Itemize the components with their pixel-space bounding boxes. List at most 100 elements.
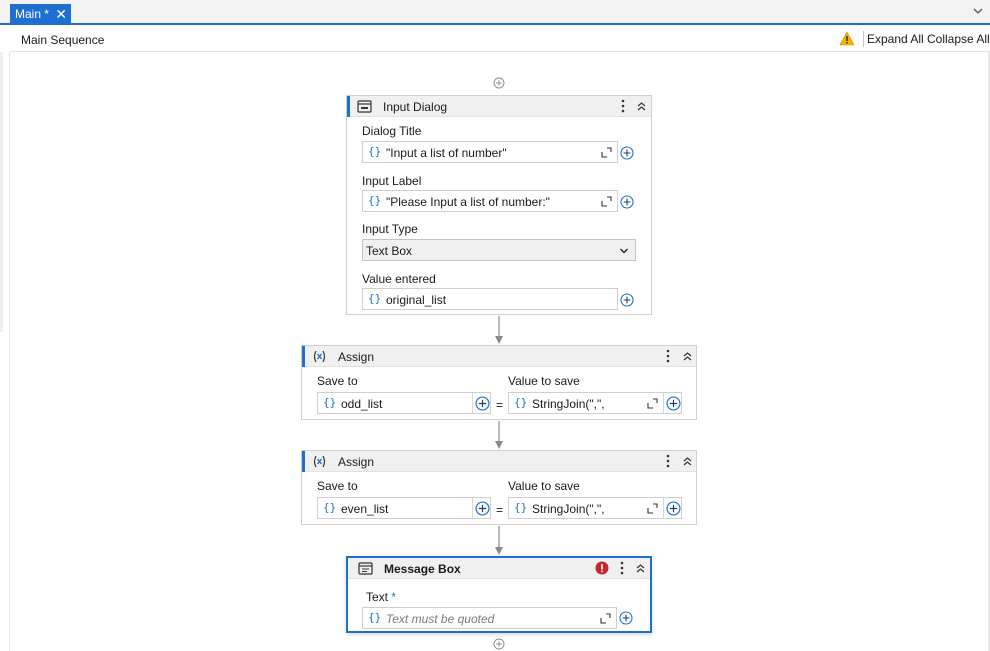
equals-sign: = bbox=[496, 503, 504, 517]
collapse-chevron-icon[interactable] bbox=[636, 101, 647, 112]
expression-icon: {} bbox=[514, 396, 528, 409]
save-to-plus-icon[interactable] bbox=[475, 396, 490, 411]
input-label-plus-icon[interactable] bbox=[620, 195, 634, 209]
header-divider bbox=[863, 31, 864, 47]
collapse-chevron-icon[interactable] bbox=[682, 456, 693, 467]
message-icon bbox=[358, 562, 373, 575]
required-mark: * bbox=[391, 590, 397, 604]
breadcrumb-main-sequence[interactable]: Main Sequence bbox=[21, 33, 104, 47]
field-divider bbox=[472, 498, 473, 518]
value-entered-field[interactable]: {} original_list bbox=[362, 288, 618, 310]
expand-editor-icon[interactable] bbox=[600, 613, 611, 624]
more-options-icon[interactable] bbox=[665, 349, 671, 363]
value-to-save-label: Value to save bbox=[508, 374, 580, 388]
chevron-down-icon[interactable] bbox=[972, 5, 984, 17]
input-label-value: "Please Input a list of number:" bbox=[386, 195, 550, 209]
save-to-value: odd_list bbox=[341, 397, 383, 411]
dialog-icon bbox=[357, 100, 372, 113]
save-to-plus-icon[interactable] bbox=[475, 501, 490, 516]
add-activity-icon[interactable] bbox=[493, 638, 505, 650]
add-activity-icon[interactable] bbox=[493, 77, 505, 89]
expand-editor-icon[interactable] bbox=[601, 147, 612, 158]
field-divider bbox=[663, 498, 664, 518]
value-to-save-field[interactable]: {} StringJoin(",", bbox=[508, 392, 682, 414]
more-options-icon[interactable] bbox=[665, 454, 671, 468]
value-to-save-value: StringJoin(",", bbox=[532, 397, 605, 411]
activity-header[interactable]: Assign bbox=[302, 451, 696, 472]
flow-arrow bbox=[495, 316, 503, 344]
value-to-save-value: StringJoin(",", bbox=[532, 502, 605, 516]
text-label: Text * bbox=[366, 590, 396, 604]
expand-editor-icon[interactable] bbox=[601, 196, 612, 207]
activity-accent bbox=[302, 451, 305, 472]
value-entered-label: Value entered bbox=[362, 272, 436, 286]
input-dialog-activity[interactable]: Input Dialog Dialog Title {} "Input a li… bbox=[346, 95, 652, 315]
field-divider bbox=[663, 393, 664, 413]
expand-editor-icon[interactable] bbox=[647, 398, 658, 409]
collapse-chevron-icon[interactable] bbox=[682, 351, 693, 362]
close-icon[interactable]: ✕ bbox=[55, 4, 67, 25]
save-to-label: Save to bbox=[317, 479, 358, 493]
tab-bar: Main * ✕ bbox=[0, 0, 990, 25]
expression-icon: {} bbox=[368, 145, 382, 158]
collapse-chevron-icon[interactable] bbox=[635, 563, 646, 574]
value-plus-icon[interactable] bbox=[666, 396, 681, 411]
message-box-activity[interactable]: Message Box Text * {} Text must be quote… bbox=[346, 556, 652, 633]
assign-variable-icon bbox=[313, 455, 326, 468]
save-to-field[interactable]: {} odd_list bbox=[317, 392, 491, 414]
expression-icon: {} bbox=[323, 396, 337, 409]
assign-activity-odd[interactable]: Assign Save to Value to save {} odd_list… bbox=[301, 345, 697, 420]
error-icon[interactable] bbox=[595, 561, 609, 575]
activity-title: Message Box bbox=[384, 562, 461, 576]
activity-title: Assign bbox=[338, 350, 375, 364]
flow-arrow bbox=[495, 526, 503, 555]
designer-header: Main Sequence Expand All Collapse All bbox=[10, 26, 990, 52]
flow-arrow bbox=[495, 421, 503, 449]
text-field[interactable]: {} Text must be quoted bbox=[362, 607, 617, 629]
save-to-label: Save to bbox=[317, 374, 358, 388]
chevron-down-icon bbox=[620, 248, 628, 254]
field-divider bbox=[472, 393, 473, 413]
input-type-label: Input Type bbox=[362, 222, 418, 236]
save-to-value: even_list bbox=[341, 502, 389, 516]
activity-header[interactable]: Input Dialog bbox=[347, 96, 651, 117]
assign-variable-icon bbox=[313, 350, 326, 363]
value-to-save-field[interactable]: {} StringJoin(",", bbox=[508, 497, 682, 519]
text-plus-icon[interactable] bbox=[619, 611, 633, 625]
assign-activity-even[interactable]: Assign Save to Value to save {} even_lis… bbox=[301, 450, 697, 525]
dialog-title-plus-icon[interactable] bbox=[620, 146, 634, 160]
dialog-title-label: Dialog Title bbox=[362, 124, 422, 138]
text-placeholder: Text must be quoted bbox=[386, 612, 495, 626]
input-label-field[interactable]: {} "Please Input a list of number:" bbox=[362, 190, 618, 212]
equals-sign: = bbox=[496, 398, 504, 412]
activity-header[interactable]: Message Box bbox=[348, 558, 650, 579]
warning-icon[interactable] bbox=[839, 31, 855, 46]
value-entered-plus-icon[interactable] bbox=[620, 293, 634, 307]
value-to-save-label: Value to save bbox=[508, 479, 580, 493]
input-type-select[interactable]: Text Box bbox=[362, 239, 636, 261]
expression-icon: {} bbox=[368, 611, 382, 624]
value-plus-icon[interactable] bbox=[666, 501, 681, 516]
activity-accent bbox=[347, 96, 350, 117]
activity-header[interactable]: Assign bbox=[302, 346, 696, 367]
value-entered-value: original_list bbox=[386, 293, 447, 307]
expression-icon: {} bbox=[514, 501, 528, 514]
dialog-title-field[interactable]: {} "Input a list of number" bbox=[362, 141, 618, 163]
collapse-all-button[interactable]: Collapse All bbox=[927, 32, 990, 46]
more-options-icon[interactable] bbox=[619, 561, 625, 575]
tab-main[interactable]: Main * ✕ bbox=[10, 4, 71, 25]
input-type-value: Text Box bbox=[366, 244, 413, 258]
dialog-title-value: "Input a list of number" bbox=[386, 146, 507, 160]
save-to-field[interactable]: {} even_list bbox=[317, 497, 491, 519]
activity-title: Assign bbox=[338, 455, 375, 469]
activity-title: Input Dialog bbox=[383, 100, 448, 114]
expand-editor-icon[interactable] bbox=[647, 503, 658, 514]
more-options-icon[interactable] bbox=[620, 99, 626, 113]
text-label-text: Text bbox=[366, 590, 389, 604]
expand-all-button[interactable]: Expand All bbox=[867, 32, 924, 46]
expression-icon: {} bbox=[368, 292, 382, 305]
expression-icon: {} bbox=[368, 194, 382, 207]
input-label-label: Input Label bbox=[362, 174, 422, 188]
activity-accent bbox=[302, 346, 305, 367]
expression-icon: {} bbox=[323, 501, 337, 514]
